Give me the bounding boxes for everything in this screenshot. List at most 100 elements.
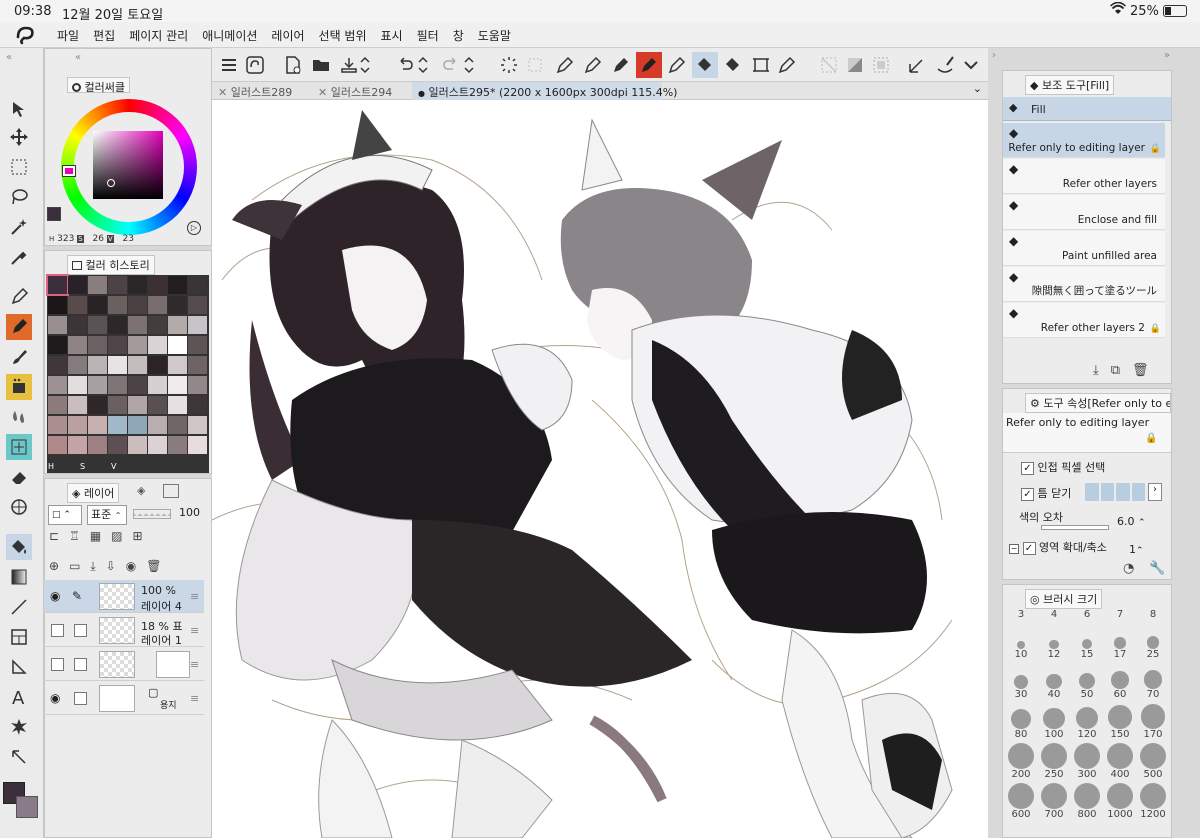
color-swatch[interactable]: [48, 396, 67, 414]
selection-frame-icon[interactable]: [868, 52, 894, 78]
color-swatch[interactable]: [128, 396, 147, 414]
fill-preset-2-icon[interactable]: [720, 52, 746, 78]
lock-checkbox[interactable]: [74, 624, 87, 637]
crop-icon[interactable]: [748, 52, 774, 78]
opacity-slider[interactable]: [133, 509, 171, 519]
sub-tool-item[interactable]: ◆ Enclose and fill: [1003, 195, 1165, 230]
color-swatch[interactable]: [168, 396, 187, 414]
merge-icon[interactable]: ⇩: [106, 559, 116, 579]
brush-size-button[interactable]: 50: [1071, 665, 1103, 703]
menu-animation[interactable]: 애니메이션: [195, 22, 264, 44]
color-swatch[interactable]: [148, 316, 167, 334]
dock-expand-icon[interactable]: ›: [992, 50, 996, 61]
pen-preset-1-icon[interactable]: [552, 52, 578, 78]
color-swatch[interactable]: [188, 336, 207, 354]
brush-size-button[interactable]: 120: [1071, 705, 1103, 743]
close-gap-checkbox[interactable]: ✓: [1021, 487, 1034, 501]
close-gap-row[interactable]: ✓ 틈 닫기: [1021, 485, 1071, 501]
color-swatch[interactable]: [68, 416, 87, 434]
gradient-tool-icon[interactable]: [6, 564, 32, 590]
brush-size-button[interactable]: 10: [1005, 625, 1037, 663]
updown-icon[interactable]: [358, 52, 372, 78]
brush-size-button[interactable]: 17: [1104, 625, 1136, 663]
color-swatch[interactable]: [88, 356, 107, 374]
decoration-tool-icon[interactable]: [6, 434, 32, 460]
color-swatch[interactable]: [128, 276, 147, 294]
brush-size-button[interactable]: 70: [1137, 665, 1169, 703]
pen-preset-4-icon[interactable]: [664, 52, 690, 78]
brush-size-button[interactable]: 1000: [1104, 783, 1136, 823]
color-swatch[interactable]: [148, 396, 167, 414]
chevron-right-icon[interactable]: ›: [1148, 483, 1162, 501]
color-swatch[interactable]: [168, 436, 187, 454]
brush-size-button[interactable]: 30: [1005, 665, 1037, 703]
new-folder-icon[interactable]: ▭: [69, 559, 80, 579]
wrench-icon[interactable]: 🔧: [1149, 561, 1165, 576]
color-swatch[interactable]: [48, 376, 67, 394]
color-swatch[interactable]: [88, 276, 107, 294]
chevron-down-icon[interactable]: [958, 52, 984, 78]
tab-layer-property-icon[interactable]: ◈: [137, 484, 153, 498]
visibility-checkbox[interactable]: [51, 658, 64, 671]
timer-icon[interactable]: ◔: [1123, 561, 1134, 576]
color-swatch[interactable]: [68, 356, 87, 374]
reference-icon[interactable]: ♖: [69, 529, 80, 549]
fill-preset-icon[interactable]: [692, 52, 718, 78]
eyedropper-tool-icon[interactable]: [6, 244, 32, 270]
close-icon[interactable]: ✕: [218, 86, 227, 99]
balloon-tool-icon[interactable]: [6, 714, 32, 740]
brush-size-button[interactable]: 250: [1038, 743, 1070, 783]
color-swatch[interactable]: [148, 296, 167, 314]
brush-size-button[interactable]: 700: [1038, 783, 1070, 823]
color-swatch[interactable]: [68, 296, 87, 314]
hamburger-menu-icon[interactable]: [216, 52, 242, 78]
color-swatch[interactable]: [68, 316, 87, 334]
color-swatch[interactable]: [68, 396, 87, 414]
lock-checkbox[interactable]: [74, 692, 87, 705]
brush-size-button[interactable]: 25: [1137, 625, 1169, 663]
zoom-tool-icon[interactable]: [6, 96, 32, 122]
color-swatch[interactable]: [168, 276, 187, 294]
color-swatch[interactable]: [148, 416, 167, 434]
color-swatch[interactable]: [68, 336, 87, 354]
transfer-down-icon[interactable]: ⤓: [90, 559, 95, 579]
sub-tool-item[interactable]: ◆ Refer other layers: [1003, 159, 1165, 194]
color-swatch[interactable]: [108, 336, 127, 354]
close-icon[interactable]: ✕: [318, 86, 327, 99]
doc-tab-295[interactable]: ● 일러스트295* (2200 x 1600px 300dpi 115.4%): [412, 82, 677, 100]
brush-size-label[interactable]: 4: [1038, 609, 1070, 620]
new-layer-icon[interactable]: ⊕: [49, 559, 59, 579]
color-swatch[interactable]: [148, 276, 167, 294]
correct-line-tool-icon[interactable]: [6, 744, 32, 770]
pencil-tool-icon[interactable]: [6, 314, 32, 340]
doc-tab-289[interactable]: ✕ 일러스트289: [212, 82, 310, 100]
new-file-icon[interactable]: [280, 52, 306, 78]
color-swatch[interactable]: [88, 336, 107, 354]
color-swatch[interactable]: [88, 396, 107, 414]
color-swatch[interactable]: [48, 436, 67, 454]
color-swatch[interactable]: [188, 416, 207, 434]
brush-size-button[interactable]: 170: [1137, 704, 1169, 743]
clip-icon[interactable]: ⊏: [49, 529, 59, 549]
current-color-swatch[interactable]: [47, 207, 61, 221]
tab-tool-property[interactable]: ⚙ 도구 속성[Refer only to ed: [1025, 393, 1171, 413]
tab-color-circle[interactable]: 컬러써클: [67, 77, 130, 94]
color-swatch[interactable]: [88, 316, 107, 334]
color-swatch[interactable]: [108, 396, 127, 414]
sub-color-swatch[interactable]: [16, 796, 38, 818]
hue-handle[interactable]: [62, 165, 76, 177]
draft-icon[interactable]: ▦: [90, 529, 101, 549]
drag-handle-icon[interactable]: ≡: [190, 624, 199, 637]
layer-row[interactable]: ◉ ▢ 용지 ≡: [44, 682, 204, 715]
drag-handle-icon[interactable]: ≡: [190, 692, 199, 705]
adjacent-pixel-row[interactable]: ✓ 인접 픽셀 선택: [1021, 459, 1105, 475]
collapse-icon[interactable]: «: [75, 52, 81, 63]
color-swatch[interactable]: [168, 316, 187, 334]
color-swatch[interactable]: [48, 296, 67, 314]
brush-size-button[interactable]: 80: [1005, 705, 1037, 743]
blend-tool-icon[interactable]: [6, 404, 32, 430]
color-margin-value-box[interactable]: 6.0 ⌃: [1117, 515, 1146, 528]
pen-preset-2-icon[interactable]: [580, 52, 606, 78]
text-tool-icon[interactable]: A: [6, 684, 32, 710]
menu-layer[interactable]: 레이어: [264, 22, 311, 44]
